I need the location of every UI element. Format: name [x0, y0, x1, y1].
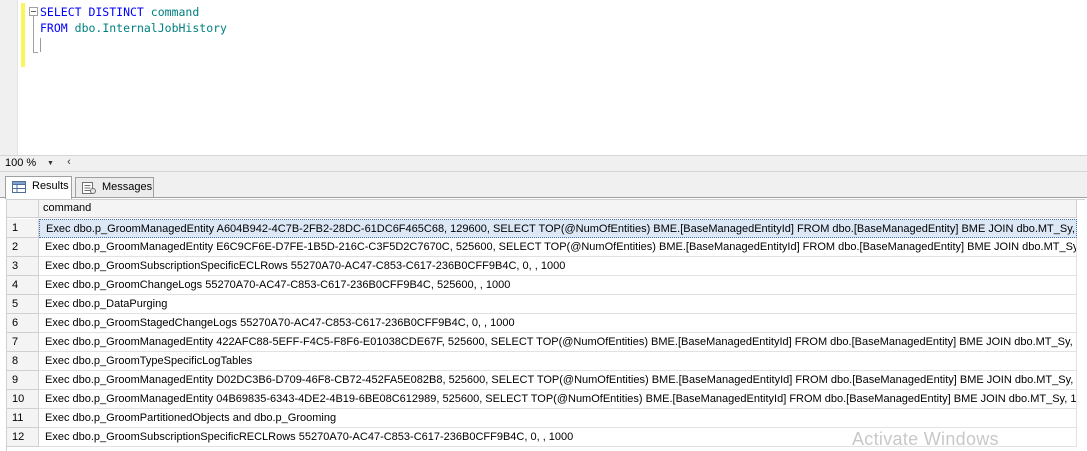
sql-keyword: FROM	[40, 21, 68, 35]
row-number[interactable]: 9	[7, 371, 39, 390]
tab-messages[interactable]: Messages	[75, 177, 154, 198]
row-number[interactable]: 5	[7, 295, 39, 314]
outline-guide	[33, 13, 34, 53]
table-row[interactable]: 3 Exec dbo.p_GroomSubscriptionSpecificECL…	[7, 257, 1077, 276]
row-number[interactable]: 2	[7, 238, 39, 257]
row-number[interactable]: 3	[7, 257, 39, 276]
command-cell[interactable]: Exec dbo.p_GroomStagedChangeLogs 55270A7…	[39, 314, 1077, 333]
tab-label: Messages	[102, 181, 153, 193]
command-cell[interactable]: Exec dbo.p_GroomTypeSpecificLogTables	[39, 352, 1077, 371]
row-number[interactable]: 11	[7, 409, 39, 428]
command-cell[interactable]: Exec dbo.p_DataPurging	[39, 295, 1077, 314]
tab-results[interactable]: Results	[5, 176, 72, 199]
row-number[interactable]: 7	[7, 333, 39, 352]
messages-icon	[82, 182, 96, 194]
sql-line-2[interactable]: FROM dbo.InternalJobHistory	[40, 20, 227, 36]
command-cell[interactable]: Exec dbo.p_GroomManagedEntity D02DC3B6-D…	[39, 371, 1077, 390]
sql-identifier: command	[150, 5, 200, 19]
collapse-icon[interactable]	[29, 7, 38, 16]
row-number[interactable]: 12	[7, 428, 39, 447]
table-row[interactable]: 6 Exec dbo.p_GroomStagedChangeLogs 55270A…	[7, 314, 1077, 333]
command-cell[interactable]: Exec dbo.p_GroomSubscriptionSpecificECLR…	[39, 257, 1077, 276]
chevron-down-icon[interactable]: ▼	[47, 160, 54, 167]
query-editor[interactable]: SELECT DISTINCT command FROM dbo.Interna…	[0, 0, 1087, 155]
command-cell[interactable]: Exec dbo.p_GroomManagedEntity 422AFC88-5…	[39, 333, 1077, 352]
row-number[interactable]: 6	[7, 314, 39, 333]
command-cell[interactable]: Exec dbo.p_GroomChangeLogs 55270A70-AC47…	[39, 276, 1077, 295]
tab-label: Results	[32, 180, 69, 192]
editor-gutter	[0, 0, 18, 155]
scroll-left-icon[interactable]: ‹	[62, 156, 76, 171]
column-header-command[interactable]: command	[39, 200, 1077, 218]
grid-icon	[12, 181, 26, 193]
activate-windows-watermark: Activate Windows	[852, 429, 999, 449]
command-cell[interactable]: Exec dbo.p_GroomManagedEntity A604B942-4…	[39, 219, 1077, 238]
row-number[interactable]: 8	[7, 352, 39, 371]
change-tracking-bar	[21, 3, 25, 67]
row-number[interactable]: 4	[7, 276, 39, 295]
table-row[interactable]: 1 Exec dbo.p_GroomManagedEntity A604B942-…	[7, 219, 1077, 238]
command-cell[interactable]: Exec dbo.p_GroomManagedEntity E6C9CF6E-D…	[39, 238, 1077, 257]
table-row[interactable]: 7 Exec dbo.p_GroomManagedEntity 422AFC88-…	[7, 333, 1077, 352]
outline-end	[33, 52, 38, 53]
table-row[interactable]: 10 Exec dbo.p_GroomManagedEntity 04B69835…	[7, 390, 1077, 409]
row-number[interactable]: 10	[7, 390, 39, 409]
table-row[interactable]: 9 Exec dbo.p_GroomManagedEntity D02DC3B6-…	[7, 371, 1077, 390]
sql-identifier: dbo.InternalJobHistory	[74, 21, 227, 35]
row-number[interactable]: 1	[7, 219, 39, 238]
zoom-bar: 100 % ▼ ‹	[0, 155, 1087, 172]
table-row[interactable]: 4 Exec dbo.p_GroomChangeLogs 55270A70-AC4…	[7, 276, 1077, 295]
table-row[interactable]: 2 Exec dbo.p_GroomManagedEntity E6C9CF6E-…	[7, 238, 1077, 257]
command-cell[interactable]: Exec dbo.p_GroomPartitionedObjects and d…	[39, 409, 1077, 428]
table-row[interactable]: 8 Exec dbo.p_GroomTypeSpecificLogTables	[7, 352, 1077, 371]
sql-keyword: SELECT DISTINCT	[40, 5, 144, 19]
select-all-corner[interactable]	[7, 200, 39, 218]
sql-line-1[interactable]: SELECT DISTINCT command	[40, 4, 199, 20]
results-grid[interactable]: command 1 Exec dbo.p_GroomManagedEntity A…	[0, 198, 1087, 451]
command-cell[interactable]: Exec dbo.p_GroomManagedEntity 04B69835-6…	[39, 390, 1077, 409]
grid-header: command	[7, 200, 1077, 218]
result-tabs: Results Messages	[0, 172, 1087, 199]
horizontal-scrollbar[interactable]	[80, 158, 1080, 169]
table-row[interactable]: 11 Exec dbo.p_GroomPartitionedObjects and…	[7, 409, 1077, 428]
zoom-level[interactable]: 100 %	[5, 157, 36, 169]
table-row[interactable]: 5 Exec dbo.p_DataPurging	[7, 295, 1077, 314]
text-caret	[40, 38, 41, 52]
